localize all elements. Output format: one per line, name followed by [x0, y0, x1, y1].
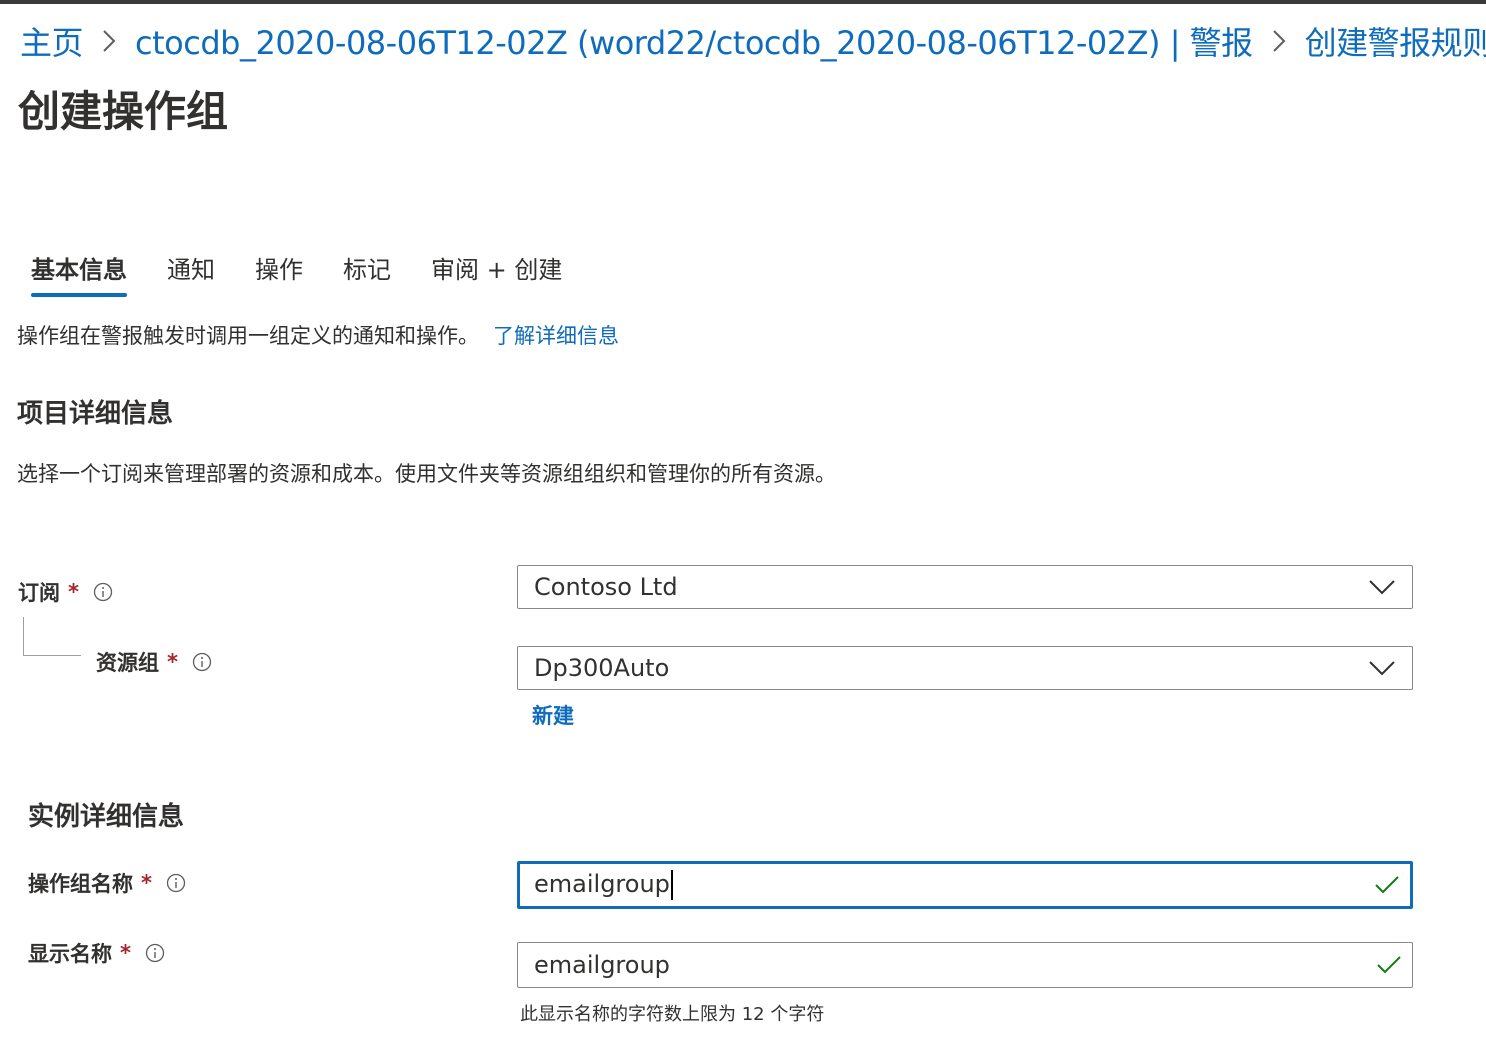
- chevron-down-icon: [1369, 580, 1395, 595]
- create-new-resource-group-link[interactable]: 新建: [532, 700, 574, 730]
- subscription-label: 订阅 *: [18, 577, 113, 607]
- project-details-heading: 项目详细信息: [17, 399, 174, 429]
- text-cursor: [670, 870, 673, 900]
- intro-text: 操作组在警报触发时调用一组定义的通知和操作。: [17, 324, 479, 348]
- info-icon[interactable]: [166, 873, 186, 893]
- tab-bar: 基本信息 通知 操作 标记 审阅 + 创建: [31, 250, 602, 297]
- page-title: 创建操作组: [18, 87, 229, 136]
- display-name-value: emailgroup: [534, 951, 670, 979]
- subscription-selected-value: Contoso Ltd: [534, 573, 678, 601]
- tab-review-create[interactable]: 审阅 + 创建: [431, 250, 562, 297]
- action-group-name-label-text: 操作组名称: [28, 872, 133, 896]
- info-icon[interactable]: [192, 652, 212, 672]
- required-marker: *: [68, 580, 79, 604]
- checkmark-icon: [1375, 876, 1399, 894]
- display-name-label: 显示名称 *: [28, 938, 165, 968]
- breadcrumb-create-rule-link[interactable]: 创建警报规则: [1305, 18, 1486, 64]
- resource-group-selected-value: Dp300Auto: [534, 654, 670, 682]
- action-group-name-text: emailgroup: [534, 870, 670, 898]
- required-marker: *: [141, 871, 152, 895]
- tab-basics[interactable]: 基本信息: [31, 250, 127, 297]
- chevron-right-icon: [101, 28, 117, 54]
- info-icon[interactable]: [93, 582, 113, 602]
- breadcrumb: 主页 ctocdb_2020-08-06T12-02Z (word22/ctoc…: [20, 18, 1486, 64]
- resource-group-label-text: 资源组: [96, 651, 159, 675]
- action-group-name-input[interactable]: emailgroup: [517, 861, 1413, 909]
- breadcrumb-alerts-link[interactable]: ctocdb_2020-08-06T12-02Z (word22/ctocdb_…: [135, 18, 1253, 64]
- checkmark-icon: [1377, 956, 1401, 974]
- tab-tags[interactable]: 标记: [343, 250, 391, 297]
- required-marker: *: [120, 941, 131, 965]
- action-group-name-value: emailgroup: [534, 870, 1374, 900]
- chevron-down-icon: [1369, 661, 1395, 676]
- tree-connector-horizontal: [23, 655, 81, 656]
- info-icon[interactable]: [145, 943, 165, 963]
- learn-more-link[interactable]: 了解详细信息: [493, 324, 619, 348]
- action-group-name-label: 操作组名称 *: [28, 868, 186, 898]
- top-bar: [0, 0, 1486, 4]
- breadcrumb-home-link[interactable]: 主页: [20, 18, 84, 64]
- resource-group-dropdown[interactable]: Dp300Auto: [517, 646, 1413, 690]
- instance-details-heading: 实例详细信息: [28, 802, 185, 832]
- subscription-label-text: 订阅: [18, 581, 60, 605]
- tree-connector-vertical: [23, 617, 24, 655]
- intro-description: 操作组在警报触发时调用一组定义的通知和操作。 了解详细信息: [17, 320, 619, 350]
- chevron-right-icon: [1271, 28, 1287, 54]
- display-name-hint: 此显示名称的字符数上限为 12 个字符: [520, 1004, 825, 1025]
- tab-actions[interactable]: 操作: [255, 250, 303, 297]
- tab-notifications[interactable]: 通知: [167, 250, 215, 297]
- required-marker: *: [167, 650, 178, 674]
- resource-group-label: 资源组 *: [96, 647, 212, 677]
- display-name-input[interactable]: emailgroup: [517, 942, 1413, 988]
- subscription-dropdown[interactable]: Contoso Ltd: [517, 565, 1413, 609]
- display-name-label-text: 显示名称: [28, 942, 112, 966]
- project-details-description: 选择一个订阅来管理部署的资源和成本。使用文件夹等资源组组织和管理你的所有资源。: [17, 462, 836, 486]
